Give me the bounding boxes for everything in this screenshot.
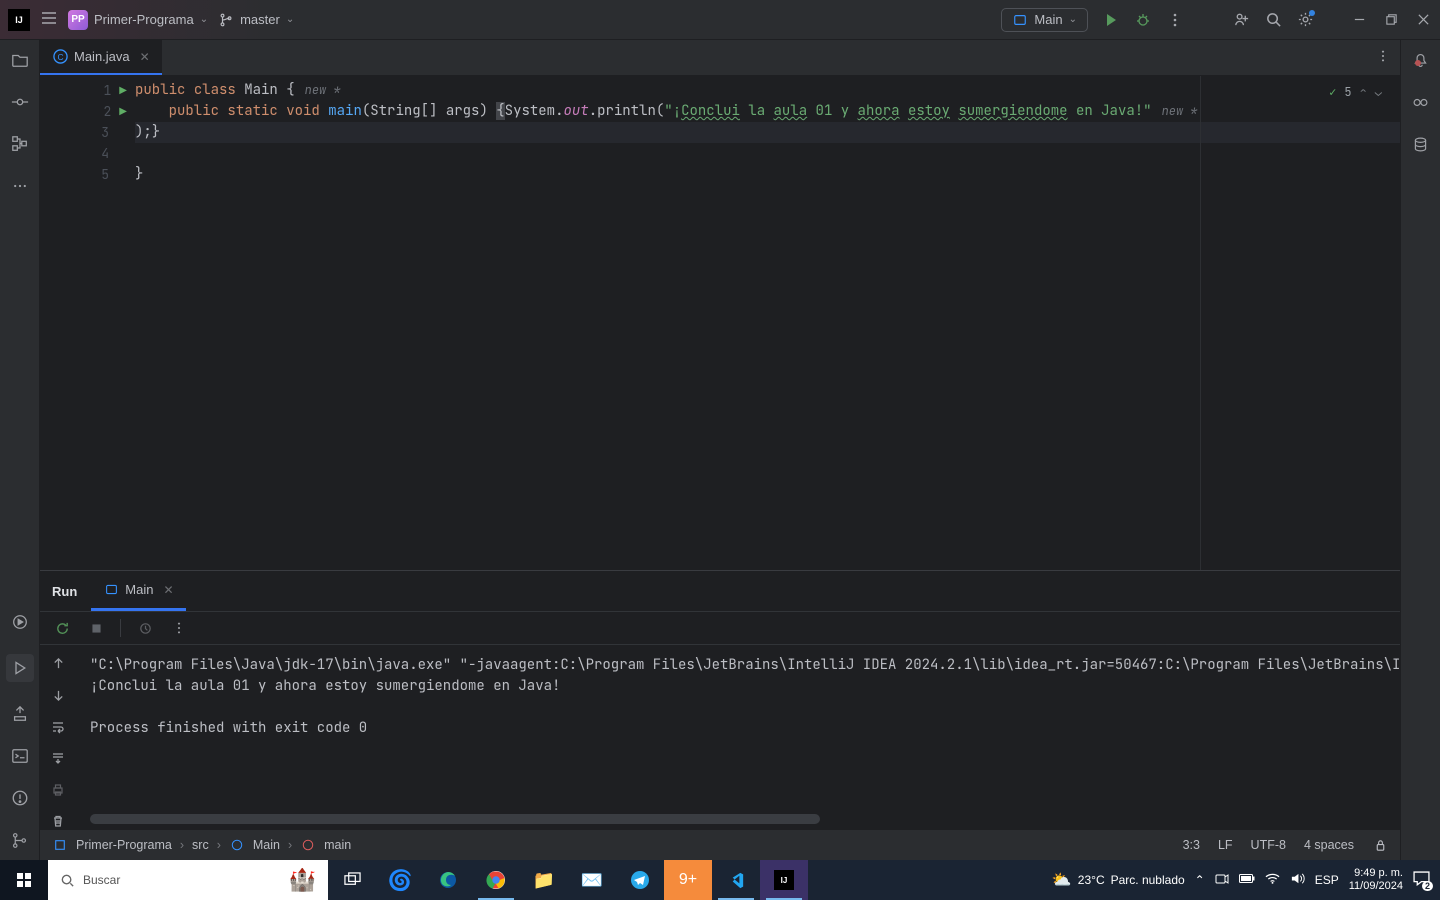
close-run-tab-button[interactable]: ✕	[163, 583, 173, 597]
breadcrumb-src[interactable]: src	[192, 838, 209, 852]
code-editor[interactable]: ✓5 ⌃⌄ public class Main {new * public st…	[135, 76, 1400, 570]
edge-app[interactable]	[424, 860, 472, 900]
run-config-icon	[1012, 12, 1028, 28]
app-orange[interactable]: 9+	[664, 860, 712, 900]
more-actions-button[interactable]	[1166, 11, 1184, 29]
close-window-button[interactable]	[1414, 11, 1432, 29]
problems-tool-button[interactable]	[10, 788, 30, 808]
tray-clock[interactable]: 9:49 p. m. 11/09/2024	[1349, 867, 1403, 892]
terminal-tool-button[interactable]	[10, 746, 30, 766]
commit-tool-button[interactable]	[10, 92, 30, 112]
run-panel-title: Run	[52, 571, 91, 611]
line-separator[interactable]: LF	[1218, 838, 1233, 852]
rerun-button[interactable]	[52, 618, 72, 638]
project-name-label: Primer-Programa	[94, 12, 194, 27]
debug-button[interactable]	[1134, 11, 1152, 29]
inspection-widget[interactable]: ✓5 ⌃⌄	[1329, 82, 1382, 103]
copilot-app[interactable]: 🌀	[376, 860, 424, 900]
horizontal-scrollbar[interactable]	[90, 814, 820, 824]
editor-tab-main[interactable]: C Main.java ✕	[40, 40, 162, 75]
vscode-app[interactable]	[712, 860, 760, 900]
run-tab-main[interactable]: Main ✕	[91, 571, 185, 611]
tray-chevron[interactable]: ⌃	[1195, 873, 1205, 887]
explorer-app[interactable]: 📁	[520, 860, 568, 900]
database-tool-button[interactable]	[1411, 134, 1431, 154]
task-view-button[interactable]	[328, 860, 376, 900]
code-with-me-button[interactable]	[1232, 11, 1250, 29]
print-button[interactable]	[48, 781, 68, 799]
svg-text:C: C	[57, 52, 63, 62]
run-config-icon	[103, 582, 119, 598]
search-button[interactable]	[1264, 11, 1282, 29]
breadcrumb-class[interactable]: Main	[253, 838, 280, 852]
build-tool-button[interactable]	[10, 704, 30, 724]
tab-label: Main.java	[74, 49, 130, 64]
readonly-toggle[interactable]	[1372, 837, 1388, 853]
tray-notifications[interactable]: 2	[1413, 871, 1430, 889]
cursor-position[interactable]: 3:3	[1183, 838, 1200, 852]
clear-output-button[interactable]	[48, 813, 68, 831]
tray-volume[interactable]	[1290, 872, 1305, 888]
intellij-logo: IJ	[8, 9, 30, 31]
maximize-window-button[interactable]	[1382, 11, 1400, 29]
main-menu-button[interactable]	[40, 9, 58, 30]
search-illustration: 🏰	[289, 867, 316, 893]
tray-language[interactable]: ESP	[1315, 873, 1339, 887]
ai-assistant-button[interactable]	[1411, 92, 1431, 112]
weather-widget[interactable]: ⛅ 23°C Parc. nublado	[1052, 870, 1185, 890]
run-config-selector[interactable]: Main ⌄	[1001, 8, 1088, 32]
windows-start-button[interactable]	[0, 860, 48, 900]
project-tool-button[interactable]	[10, 50, 30, 70]
tray-meet-now[interactable]	[1215, 872, 1229, 889]
run-output[interactable]: "C:\Program Files\Java\jdk-17\bin\java.e…	[76, 645, 1400, 830]
run-line-icon[interactable]: ▶	[119, 85, 127, 96]
telegram-app[interactable]	[616, 860, 664, 900]
indent-setting[interactable]: 4 spaces	[1304, 838, 1354, 852]
file-encoding[interactable]: UTF-8	[1251, 838, 1286, 852]
services-tool-button[interactable]	[10, 612, 30, 632]
windows-search[interactable]: Buscar 🏰	[48, 860, 328, 900]
editor-gutter: 1▶ 2▶ 3 4 5	[40, 76, 135, 570]
breadcrumb-method[interactable]: main	[324, 838, 351, 852]
mail-app[interactable]: ✉️	[568, 860, 616, 900]
project-badge: PP	[68, 10, 88, 30]
tray-wifi[interactable]	[1265, 873, 1280, 887]
vcs-tool-button[interactable]	[10, 830, 30, 850]
java-class-icon: C	[52, 49, 68, 65]
run-more-button[interactable]	[169, 618, 189, 638]
java-class-icon	[229, 837, 245, 853]
intellij-app[interactable]: IJ	[760, 860, 808, 900]
chevron-down-icon: ⌄	[286, 14, 294, 25]
tray-battery[interactable]	[1239, 873, 1255, 887]
method-icon	[300, 837, 316, 853]
notifications-button[interactable]	[1411, 50, 1431, 70]
run-tab-label: Main	[125, 582, 153, 597]
module-icon	[52, 837, 68, 853]
more-tools-button[interactable]	[10, 176, 30, 196]
vcs-branch-selector[interactable]: master ⌄	[218, 12, 294, 28]
project-selector[interactable]: PP Primer-Programa ⌄	[68, 10, 208, 30]
close-tab-button[interactable]: ✕	[140, 50, 150, 64]
run-config-label: Main	[1034, 12, 1062, 27]
stop-button[interactable]	[86, 618, 106, 638]
tab-more-button[interactable]	[1376, 49, 1390, 66]
minimize-window-button[interactable]	[1350, 11, 1368, 29]
run-line-icon[interactable]: ▶	[119, 106, 127, 117]
branch-name-label: master	[240, 12, 280, 27]
scroll-to-end-button[interactable]	[48, 750, 68, 768]
run-tool-button[interactable]	[6, 654, 34, 682]
dump-threads-button[interactable]	[135, 618, 155, 638]
scroll-down-button[interactable]	[48, 687, 68, 705]
search-placeholder: Buscar	[83, 873, 120, 887]
soft-wrap-button[interactable]	[48, 718, 68, 736]
chevron-down-icon: ⌄	[200, 14, 208, 25]
settings-button[interactable]	[1296, 11, 1314, 29]
scroll-up-button[interactable]	[48, 655, 68, 673]
breadcrumb-project[interactable]: Primer-Programa	[76, 838, 172, 852]
structure-tool-button[interactable]	[10, 134, 30, 154]
branch-icon	[218, 12, 234, 28]
run-button[interactable]	[1102, 11, 1120, 29]
chrome-app[interactable]	[472, 860, 520, 900]
chevron-down-icon: ⌄	[1069, 14, 1077, 25]
